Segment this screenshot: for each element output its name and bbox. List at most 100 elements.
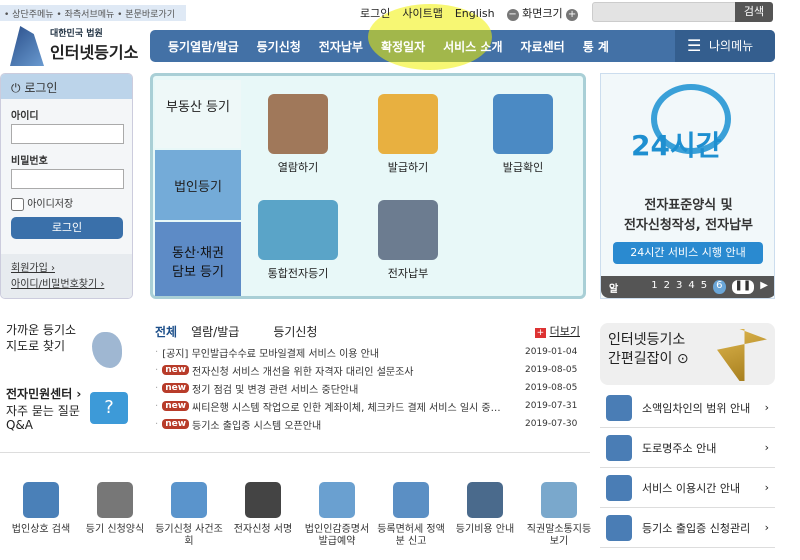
quick-link[interactable]: 등기신청 사건조회 [152, 482, 226, 548]
view-service[interactable]: 열람하기 [253, 94, 343, 175]
tab-corporate[interactable]: 법인등기 [155, 150, 241, 220]
news-item[interactable]: · new 전자신청 서비스 개선을 위한 자격자 대리인 설문조사 2019-08-… [155, 361, 580, 379]
banner-24h: 24시간 [631, 129, 722, 162]
logo[interactable]: 대한민국 법원 인터넷등기소 [8, 24, 143, 68]
info-link[interactable]: 소액임차인의 범위 안내 › [600, 388, 775, 428]
banner-line: 전자신청작성, 전자납부 [623, 218, 754, 233]
korea-map-icon [92, 332, 122, 368]
alarm-bar: 알림창 123456 ❚❚ ▶ [601, 276, 774, 298]
login-button[interactable]: 로그인 [11, 216, 123, 239]
nav-item[interactable]: 등기신청 [248, 38, 310, 55]
nav-item[interactable]: 등기열람/발급 [150, 38, 248, 55]
alarm-label: 알림창 [609, 284, 619, 295]
coins-icon [378, 200, 438, 260]
service-label: 발급하기 [387, 161, 429, 174]
badge-icon [606, 514, 632, 541]
zoom-out-button[interactable]: − [506, 9, 519, 21]
checkmark-icon [493, 94, 553, 154]
hamburger-icon: ☰ [687, 36, 702, 55]
signup-link[interactable]: 회원가입 › [11, 263, 55, 274]
info-link[interactable]: 서비스 이용시간 안내 › [600, 468, 775, 508]
house-icon [606, 394, 632, 421]
save-id-checkbox[interactable] [11, 197, 24, 211]
info-link[interactable]: 도로명주소 안내 › [600, 428, 775, 468]
banner-button[interactable]: 24시간 서비스 시행 안내 [613, 242, 763, 264]
page-dot[interactable]: 3 [676, 280, 682, 294]
news-tab-apply[interactable]: 등기신청 [273, 323, 317, 343]
question-icon [467, 482, 503, 518]
news-title: 씨티은행 시스템 작업으로 인한 계좌이체, 체크카드 결제 서비스 일시 중… [192, 402, 501, 414]
more-link[interactable]: + 더보기 [534, 323, 580, 343]
my-menu-button[interactable]: ☰ 나의메뉴 [675, 30, 775, 62]
news-tab-view[interactable]: 열람/발급 [191, 323, 239, 343]
nav-item[interactable]: 통 계 [574, 38, 618, 55]
find-account-link[interactable]: 아이디/비밀번호찾기 › [11, 279, 104, 290]
bullet: · [155, 400, 159, 412]
tab-movables[interactable]: 동산·채권 담보 등기 [155, 222, 241, 296]
bullet: · [155, 382, 159, 394]
page-dot-active[interactable]: 6 [713, 280, 726, 294]
my-menu-label: 나의메뉴 [709, 39, 754, 53]
banner-line: 전자표준양식 및 [644, 198, 733, 213]
sitemap-link[interactable]: 사이트맵 [402, 5, 442, 21]
service-label: 열람하기 [277, 161, 319, 174]
password-input[interactable] [11, 169, 124, 189]
search-button[interactable]: 검색 [735, 2, 773, 22]
nav-item[interactable]: 서비스 소개 [434, 38, 511, 55]
faq-link[interactable]: 자주 묻는 질문 Q&A [6, 404, 86, 432]
news-date: 2019-08-05 [525, 383, 578, 393]
info-link-label: 등기소 출입증 신청관리 [642, 521, 751, 535]
save-id-label: 아이디저장 [27, 199, 74, 210]
pause-icon[interactable]: ❚❚ [731, 280, 755, 294]
bullet: · [155, 418, 159, 430]
play-icon[interactable]: ▶ [760, 280, 768, 294]
guide-card[interactable]: 인터넷등기소 간편길잡이 ⊙ [600, 323, 775, 385]
nav-item[interactable]: 확정일자 [372, 38, 434, 55]
24h-banner[interactable]: 24시간 전자표준양식 및 전자신청작성, 전자납부 24시간 서비스 시행 안… [600, 73, 775, 299]
page-dot[interactable]: 4 [688, 280, 694, 294]
tab-real-estate[interactable]: 부동산 등기 [155, 80, 241, 148]
news-title: 전자신청 서비스 개선을 위한 자격자 대리인 설문조사 [192, 366, 414, 378]
page-dot[interactable]: 1 [651, 280, 657, 294]
skip-links[interactable]: • 상단주메뉴 • 좌측서브메뉴 • 본문바로가기 [0, 5, 186, 21]
news-tab-all[interactable]: 전체 [155, 323, 177, 343]
map-link[interactable]: 가까운 등기소 지도로 찾기 [6, 322, 86, 354]
screen-size-label: 화면크기 [522, 7, 563, 20]
integrated-service[interactable]: 통합전자등기 [253, 200, 343, 281]
info-link[interactable]: 등기소 출입증 신청관리 › [600, 508, 775, 548]
quick-link-label: 등기 신청양식 [85, 524, 145, 535]
zoom-in-button[interactable]: + [566, 9, 579, 21]
chevron-right-icon: › [764, 481, 769, 494]
nav-item[interactable]: 전자납부 [310, 38, 372, 55]
page-dot[interactable]: 5 [701, 280, 707, 294]
logo-subtitle: 대한민국 법원 [50, 29, 103, 39]
chevron-right-icon: › [764, 401, 769, 414]
civil-center-link[interactable]: 전자민원센터 › [6, 385, 81, 402]
quick-link[interactable]: 직권말소통지등 보기 [522, 482, 596, 548]
search-input[interactable] [592, 2, 737, 22]
quick-link[interactable]: 등기 신청양식 [78, 482, 152, 536]
news-item[interactable]: · new 씨티은행 시스템 작업으로 인한 계좌이체, 체크카드 결제 서비스 일… [155, 397, 580, 415]
quick-link[interactable]: 법인인감증명서 발급예약 [300, 482, 374, 548]
news-title: 정기 점검 및 변경 관련 서비스 중단안내 [192, 384, 359, 396]
issue-service[interactable]: 발급하기 [363, 94, 453, 175]
news-item[interactable]: · new 정기 점검 및 변경 관련 서비스 중단안내 2019-08-05 [155, 379, 580, 397]
english-link[interactable]: English [455, 7, 495, 20]
password-label: 비밀번호 [11, 156, 48, 167]
news-item[interactable]: · new 등기소 출입증 시스템 오픈안내 2019-07-30 [155, 415, 580, 433]
id-input[interactable] [11, 124, 124, 144]
news-item[interactable]: · [공지] 무인발급수수료 모바일결제 서비스 이용 안내 2019-01-04 [155, 343, 580, 361]
login-link[interactable]: 로그인 [360, 5, 390, 21]
payment-service[interactable]: 전자납부 [363, 200, 453, 281]
info-link-label: 도로명주소 안내 [642, 441, 717, 455]
service-label: 전자납부 [387, 267, 429, 280]
page-dot[interactable]: 2 [664, 280, 670, 294]
quick-link[interactable]: 등록면허세 정액분 신고 [374, 482, 448, 548]
document-icon [393, 482, 429, 518]
verify-service[interactable]: 발급확인 [478, 94, 568, 175]
document-icon [268, 94, 328, 154]
nav-item[interactable]: 자료센터 [512, 38, 574, 55]
quick-link[interactable]: 전자신청 서명 [226, 482, 300, 536]
quick-link[interactable]: 등기비용 안내 [448, 482, 522, 536]
quick-link[interactable]: 법인상호 검색 [4, 482, 78, 536]
